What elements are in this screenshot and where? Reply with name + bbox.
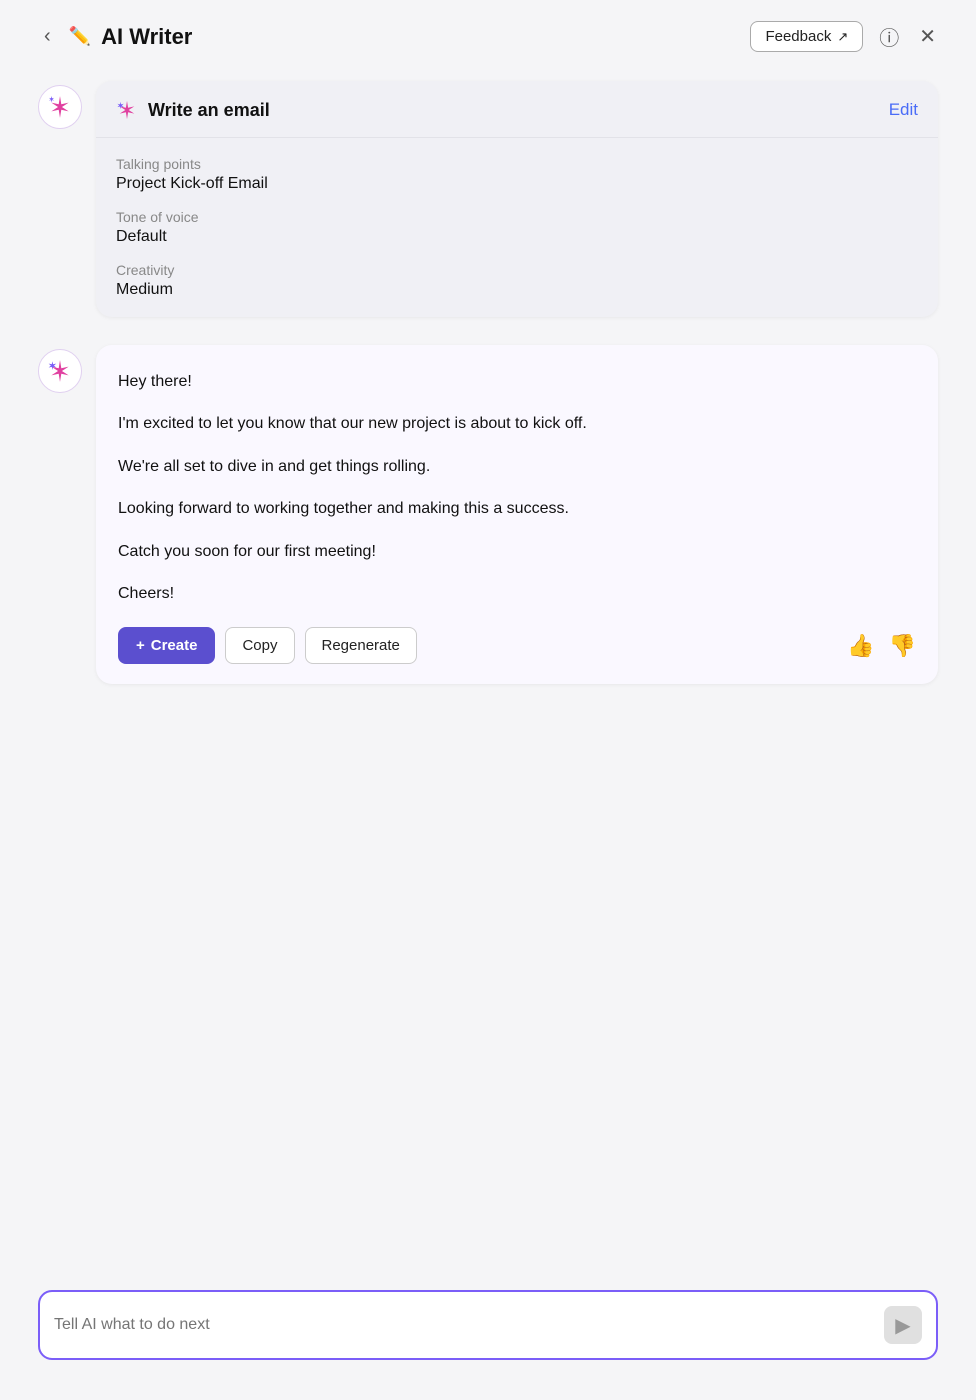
- response-p6: Cheers!: [118, 581, 916, 607]
- thumbs-up-button[interactable]: 👍: [847, 633, 874, 659]
- send-button[interactable]: ▶: [884, 1306, 922, 1344]
- close-button[interactable]: ✕: [915, 20, 940, 53]
- main-content: Write an email Edit Talking points Proje…: [28, 73, 948, 1272]
- close-icon: ✕: [919, 26, 936, 48]
- header-left: ‹ ✏️ AI Writer: [36, 21, 192, 52]
- pencil-icon: ✏️: [69, 26, 91, 47]
- sparkle-response-icon: [47, 358, 73, 384]
- action-bar: + Create Copy Regenerate 👍 👎: [118, 627, 916, 664]
- prompt-card-body: Talking points Project Kick-off Email To…: [96, 138, 938, 317]
- send-icon: ▶: [895, 1313, 910, 1338]
- feedback-label: Feedback: [765, 28, 831, 45]
- response-card: Hey there! I'm excited to let you know t…: [96, 345, 938, 684]
- app-header: ‹ ✏️ AI Writer Feedback ↗ ⓘ ✕: [28, 0, 948, 73]
- prompt-card: Write an email Edit Talking points Proje…: [96, 81, 938, 317]
- response-text: Hey there! I'm excited to let you know t…: [118, 369, 916, 607]
- thumbs-down-icon: 👎: [889, 633, 916, 658]
- back-icon: ‹: [44, 25, 51, 47]
- prompt-card-title: Write an email: [148, 100, 270, 121]
- back-button[interactable]: ‹: [36, 21, 59, 52]
- talking-points-label: Talking points: [116, 156, 918, 172]
- edit-button[interactable]: Edit: [889, 100, 918, 120]
- header-right: Feedback ↗ ⓘ ✕: [750, 18, 940, 55]
- response-p1: Hey there!: [118, 369, 916, 395]
- action-buttons-left: + Create Copy Regenerate: [118, 627, 417, 664]
- tone-label: Tone of voice: [116, 209, 918, 225]
- feedback-button[interactable]: Feedback ↗: [750, 21, 863, 52]
- thumbs-up-icon: 👍: [847, 633, 874, 658]
- info-button[interactable]: ⓘ: [875, 18, 903, 55]
- response-p3: We're all set to dive in and get things …: [118, 454, 916, 480]
- create-label: Create: [151, 637, 198, 654]
- copy-button[interactable]: Copy: [225, 627, 294, 664]
- tone-field: Tone of voice Default: [116, 209, 918, 246]
- response-p5: Catch you soon for our first meeting!: [118, 539, 916, 565]
- ai-input[interactable]: [54, 1316, 874, 1334]
- sparkle-icon: [47, 94, 73, 120]
- prompt-card-header: Write an email Edit: [96, 81, 938, 138]
- thumbs-down-button[interactable]: 👎: [889, 633, 916, 659]
- response-p4: Looking forward to working together and …: [118, 496, 916, 522]
- plus-icon: +: [136, 637, 145, 654]
- input-bar: ▶: [38, 1290, 938, 1360]
- prompt-avatar: [38, 85, 82, 129]
- info-icon: ⓘ: [879, 28, 899, 50]
- tone-value: Default: [116, 228, 918, 246]
- response-p2: I'm excited to let you know that our new…: [118, 411, 916, 437]
- creativity-field: Creativity Medium: [116, 262, 918, 299]
- creativity-label: Creativity: [116, 262, 918, 278]
- creativity-value: Medium: [116, 281, 918, 299]
- prompt-card-row: Write an email Edit Talking points Proje…: [38, 81, 938, 317]
- talking-points-field: Talking points Project Kick-off Email: [116, 156, 918, 193]
- action-buttons-right: 👍 👎: [847, 633, 916, 659]
- response-avatar: [38, 349, 82, 393]
- talking-points-value: Project Kick-off Email: [116, 175, 918, 193]
- prompt-card-title-row: Write an email: [116, 99, 270, 121]
- external-link-icon: ↗: [837, 29, 848, 45]
- response-card-row: Hey there! I'm excited to let you know t…: [38, 345, 938, 684]
- regenerate-button[interactable]: Regenerate: [305, 627, 417, 664]
- create-button[interactable]: + Create: [118, 627, 215, 664]
- sparkle-title-icon: [116, 99, 138, 121]
- header-title: AI Writer: [101, 24, 192, 50]
